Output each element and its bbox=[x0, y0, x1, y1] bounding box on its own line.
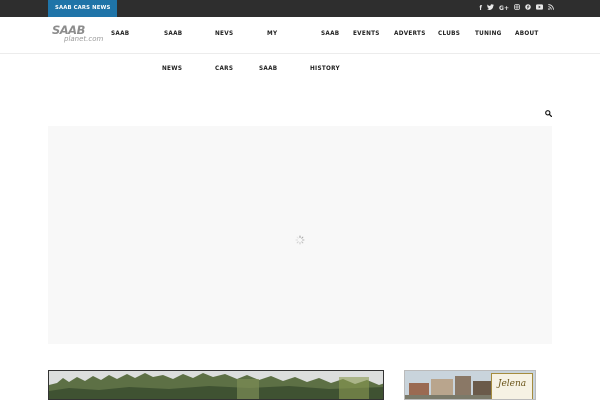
saab-cars-news-tag[interactable]: SAAB CARS NEWS bbox=[48, 0, 118, 17]
nav-saab-news-line2[interactable]: NEWS bbox=[162, 66, 182, 72]
site-logo[interactable]: SAAB planet.com bbox=[52, 23, 108, 47]
ad-brand-logo: Jelena bbox=[491, 373, 533, 399]
nav-clubs[interactable]: CLUBS bbox=[438, 31, 460, 37]
google-plus-icon[interactable]: G+ bbox=[499, 0, 509, 17]
nav-my-saab-line1[interactable]: MY bbox=[267, 31, 277, 37]
youtube-icon[interactable] bbox=[536, 0, 543, 17]
header-divider bbox=[0, 53, 600, 54]
nav-events[interactable]: EVENTS bbox=[353, 31, 380, 37]
advertisement-banner[interactable]: Jelena bbox=[404, 370, 536, 400]
facebook-icon[interactable]: f bbox=[479, 0, 482, 17]
logo-sub-text: planet.com bbox=[64, 35, 104, 43]
top-bar: SAAB CARS NEWS f G+ bbox=[0, 0, 600, 17]
rss-icon[interactable] bbox=[548, 0, 554, 17]
pinterest-icon[interactable] bbox=[525, 0, 531, 17]
search-icon[interactable] bbox=[545, 102, 553, 118]
nav-nevs-cars-line2[interactable]: CARS bbox=[215, 66, 233, 72]
loading-spinner-icon bbox=[295, 230, 305, 245]
twitter-icon[interactable] bbox=[487, 0, 495, 17]
nav-saab-history-line1[interactable]: SAAB bbox=[321, 31, 339, 37]
nav-nevs-cars-line1[interactable]: NEVS bbox=[215, 31, 233, 37]
featured-article-image[interactable] bbox=[48, 370, 384, 400]
nav-saab-news-line1b[interactable]: SAAB bbox=[164, 31, 182, 37]
nav-saab-news-line1[interactable]: SAAB bbox=[111, 31, 129, 37]
instagram-icon[interactable] bbox=[514, 0, 520, 17]
nav-about[interactable]: ABOUT bbox=[515, 31, 539, 37]
ad-brand-text: Jelena bbox=[497, 379, 527, 389]
nav-saab-history-line2[interactable]: HISTORY bbox=[310, 66, 340, 72]
nav-adverts[interactable]: ADVERTS bbox=[394, 31, 426, 37]
social-links: f G+ bbox=[479, 0, 554, 17]
nav-tuning[interactable]: TUNING bbox=[475, 31, 502, 37]
nav-my-saab-line2[interactable]: SAAB bbox=[259, 66, 277, 72]
